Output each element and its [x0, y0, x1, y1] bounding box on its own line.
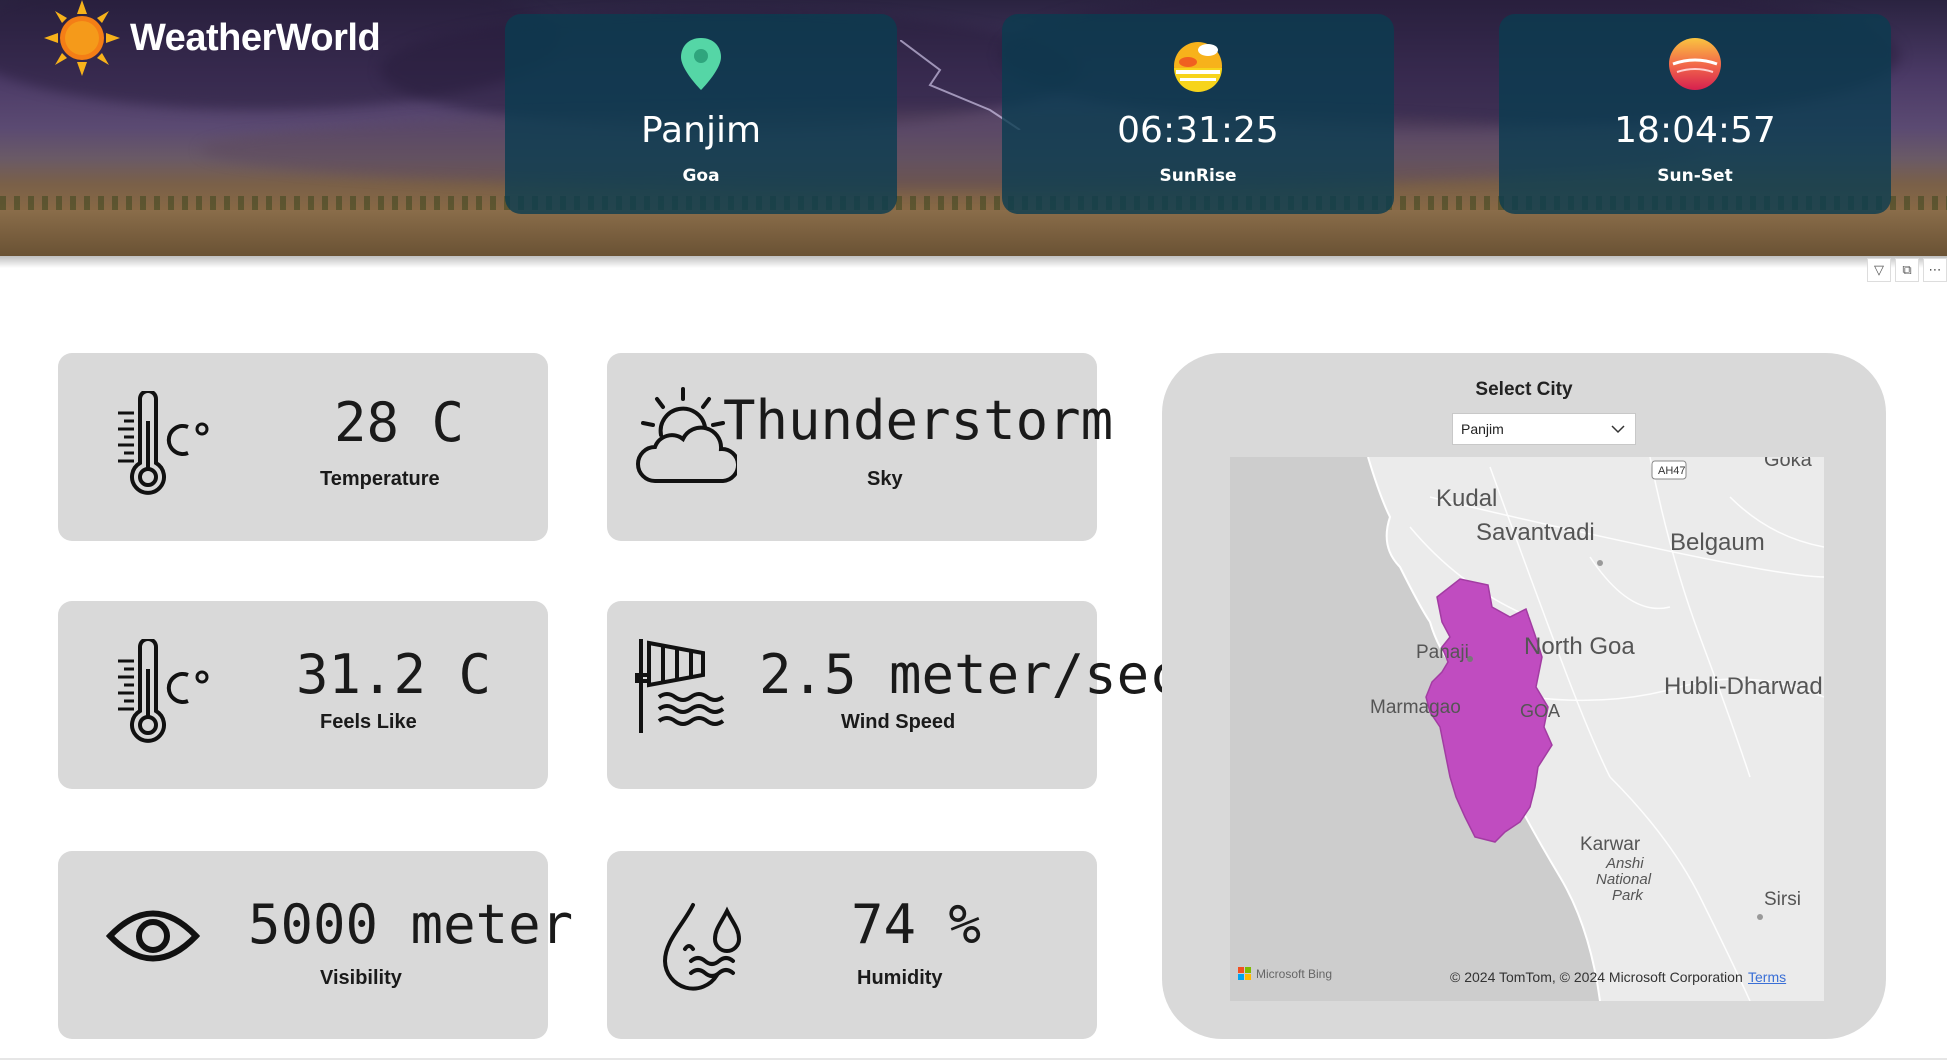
map-pin-icon: [681, 38, 721, 90]
city-name: Panjim: [640, 110, 762, 151]
map-panel: Select City Panjim AH47 Goka Kudal Savan…: [1162, 353, 1886, 1039]
feels-like-value: 31.2 C: [296, 643, 492, 706]
sunrise-card: 06:31:25 SunRise: [1002, 14, 1394, 214]
map-label-hubli: Hubli-Dharwad: [1664, 673, 1823, 700]
visibility-card: 5000 meter Visibility: [58, 851, 573, 1039]
thermometer-icon: [118, 391, 209, 495]
sun-icon: [44, 0, 120, 76]
feels-like-card: 31.2 C Feels Like: [58, 601, 548, 789]
humidity-value: 74 %: [851, 893, 982, 956]
location-card: Panjim Goa: [505, 14, 897, 214]
wind-speed-label: Wind Speed: [841, 711, 956, 733]
wind-speed-card: 2.5 meter/sec Wind Speed: [607, 601, 1182, 789]
sunrise-time: 06:31:25: [1117, 110, 1279, 151]
map-label-marmagao: Marmagao: [1370, 697, 1461, 718]
visual-toolbar: ▽ ⧉ ⋯: [1867, 258, 1947, 282]
temperature-value: 28 C: [334, 391, 465, 454]
map-label-anshi: Anshi: [1606, 855, 1644, 872]
map-attribution: © 2024 TomTom, © 2024 Microsoft Corporat…: [1450, 969, 1743, 985]
chevron-down-icon: [1611, 425, 1625, 434]
sunrise-icon: [1174, 42, 1222, 92]
map-label-north-goa: North Goa: [1524, 633, 1635, 660]
map-label-national: National: [1596, 871, 1652, 888]
highway-label: AH47: [1658, 465, 1686, 477]
droplets-icon: [662, 903, 742, 991]
map-provider-label: Microsoft Bing: [1256, 967, 1333, 981]
microsoft-logo-icon: [1238, 967, 1251, 980]
map-label-kudal: Kudal: [1436, 485, 1498, 512]
map-label-sirsi: Sirsi: [1764, 889, 1801, 910]
sun-cloud-icon: [636, 387, 737, 483]
state-name: Goa: [682, 166, 720, 186]
city-dropdown-value: Panjim: [1461, 421, 1504, 437]
windsock-icon: [635, 639, 725, 733]
sunset-label: Sun-Set: [1657, 166, 1733, 186]
more-options-icon[interactable]: ⋯: [1923, 258, 1947, 282]
filter-icon[interactable]: ▽: [1867, 258, 1891, 282]
temperature-card: 28 C Temperature: [58, 353, 548, 541]
select-city-title: Select City: [1475, 379, 1573, 400]
feels-like-label: Feels Like: [320, 711, 417, 733]
map-provider: Microsoft Bing: [1238, 967, 1332, 981]
eye-icon: [106, 910, 200, 962]
map-label-park: Park: [1612, 887, 1643, 904]
map-label-goa: GOA: [1520, 701, 1561, 721]
map-label-belgaum: Belgaum: [1670, 529, 1765, 556]
city-dropdown[interactable]: Panjim: [1452, 413, 1636, 445]
sky-card: Thunderstorm Sky: [607, 353, 1113, 541]
wind-speed-value: 2.5 meter/sec: [759, 643, 1182, 706]
sunset-time: 18:04:57: [1614, 110, 1776, 151]
map-label-gokak: Goka: [1764, 457, 1812, 471]
map-label-panaji: Panaji: [1416, 642, 1469, 663]
map-terms-link[interactable]: Terms: [1748, 969, 1786, 985]
sunrise-label: SunRise: [1159, 166, 1237, 186]
temperature-label: Temperature: [320, 468, 440, 490]
map-view[interactable]: AH47 Goka Kudal Savantvadi Belgaum Panaj…: [1230, 457, 1824, 1001]
thermometer-icon: [118, 639, 209, 743]
map-label-savantvadi: Savantvadi: [1476, 519, 1595, 546]
sunset-icon: [1669, 38, 1721, 90]
visibility-label: Visibility: [320, 967, 402, 989]
sky-label: Sky: [867, 468, 903, 490]
humidity-card: 74 % Humidity: [607, 851, 1097, 1039]
app-title: WeatherWorld: [130, 16, 381, 59]
sunset-card: 18:04:57 Sun-Set: [1499, 14, 1891, 214]
app-logo: WeatherWorld: [44, 0, 381, 76]
map-label-karwar: Karwar: [1580, 834, 1641, 855]
focus-mode-icon[interactable]: ⧉: [1895, 258, 1919, 282]
sky-value: Thunderstorm: [723, 389, 1114, 452]
humidity-label: Humidity: [857, 967, 943, 989]
visibility-value: 5000 meter: [248, 893, 574, 956]
